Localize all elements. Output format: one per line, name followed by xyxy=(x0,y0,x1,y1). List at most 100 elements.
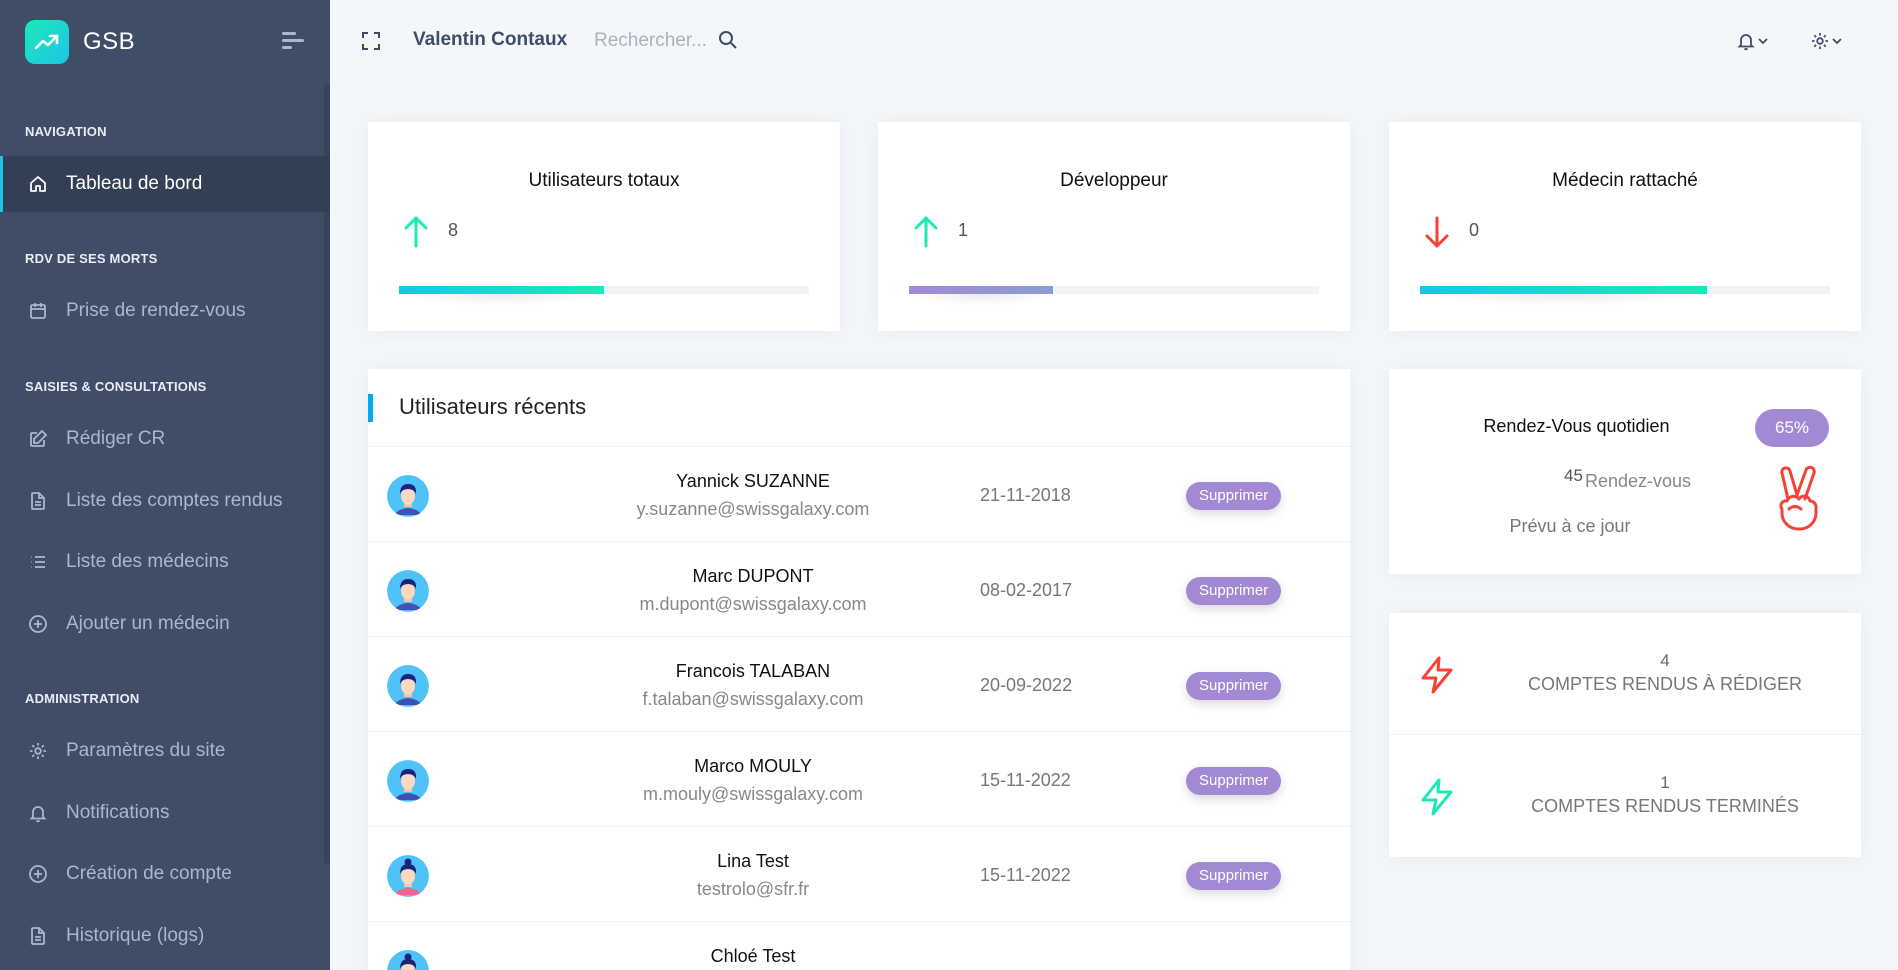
user-name[interactable]: Valentin Contaux xyxy=(413,29,567,51)
sidebar-item-liste-des-medecins[interactable]: Liste des médecins xyxy=(0,534,330,590)
user-row-date: 15-11-2022 xyxy=(980,770,1071,790)
stat-progress-fill xyxy=(1420,286,1707,306)
sidebar-item-label: Tableau de bord xyxy=(66,173,203,194)
user-row-email: m.dupont@swissgalaxy.com xyxy=(639,594,867,614)
sidebar-item-prise-de-rendez-vous[interactable]: Prise de rendez-vous xyxy=(0,283,330,339)
user-row-name: Chloé Test xyxy=(710,946,796,966)
comptes-rendus-label: COMPTES RENDUS À RÉDIGER xyxy=(1527,674,1803,694)
user-row-name: Yannick SUZANNE xyxy=(676,471,830,491)
user-row-email: f.talaban@swissgalaxy.com xyxy=(642,689,864,709)
sidebar-item-creation-de-compte[interactable]: Création de compte xyxy=(0,846,330,902)
comptes-rendus-block: 4 COMPTES RENDUS À RÉDIGER xyxy=(1389,613,1861,735)
table-row: Marc DUPONT m.dupont@swissgalaxy.com 08-… xyxy=(368,542,1350,637)
nav-caption: ADMINISTRATION xyxy=(25,691,140,706)
user-row-date: 08-02-2017 xyxy=(980,580,1073,600)
settings-dropdown[interactable] xyxy=(1810,29,1848,53)
plus-circle-icon xyxy=(28,864,48,884)
brand: GSB xyxy=(0,0,330,84)
rdv-unit: Rendez-vous xyxy=(1585,471,1692,491)
avatar xyxy=(387,475,429,517)
stat-card: Utilisateurs totaux 8 xyxy=(368,122,840,331)
sidebar-item-label: Prise de rendez-vous xyxy=(66,300,246,321)
sidebar-item-tableau-de-bord[interactable]: Tableau de bord xyxy=(0,156,330,212)
list-icon xyxy=(28,552,48,572)
sidebar-item-label: Liste des comptes rendus xyxy=(66,489,283,511)
stat-progress-bar xyxy=(909,286,1319,306)
trending-up-icon[interactable] xyxy=(25,20,69,64)
stat-card: Développeur 1 xyxy=(878,122,1350,331)
rdv-percent-badge: 65% xyxy=(1755,409,1829,447)
delete-user-button[interactable]: Supprimer xyxy=(1186,672,1282,700)
gear-icon xyxy=(1812,33,1828,49)
stat-value: 0 xyxy=(1469,220,1480,240)
stat-title: Développeur xyxy=(1060,170,1168,191)
stat-title: Utilisateurs totaux xyxy=(528,170,680,191)
sidebar-item-label: Historique (logs) xyxy=(66,924,205,946)
table-row: Yannick SUZANNE y.suzanne@swissgalaxy.co… xyxy=(368,447,1350,542)
plus-circle-icon xyxy=(28,614,48,634)
avatar xyxy=(387,950,429,970)
bell-icon xyxy=(1737,34,1755,51)
rdv-card: Rendez-Vous quotidien 65% 45 Rendez-vous… xyxy=(1389,369,1861,574)
arrow-up-icon xyxy=(912,214,940,250)
delete-user-button[interactable]: Supprimer xyxy=(1186,862,1282,890)
comptes-rendus-block: 1 COMPTES RENDUS TERMINÉS xyxy=(1389,735,1861,857)
recent-users-header: Utilisateurs récents xyxy=(368,369,1350,447)
edit-icon xyxy=(28,429,48,449)
stat-value: 8 xyxy=(448,220,459,240)
sidebar-item-label: Paramètres du site xyxy=(66,740,226,761)
stat-progress-bar xyxy=(399,286,809,306)
sidebar-item-parametres-du-site[interactable]: Paramètres du site xyxy=(0,723,330,779)
delete-user-button[interactable]: Supprimer xyxy=(1186,482,1282,510)
delete-user-button[interactable]: Supprimer xyxy=(1186,767,1282,795)
arrow-down-icon xyxy=(1423,214,1451,250)
user-row-name: Lina Test xyxy=(717,851,789,871)
stat-progress-fill xyxy=(909,286,1053,306)
user-row-date: 15-11-2022 xyxy=(980,865,1071,885)
comptes-rendus-card: 4 COMPTES RENDUS À RÉDIGER 1 COMPTES REN… xyxy=(1389,613,1861,857)
table-row: Francois TALABAN f.talaban@swissgalaxy.c… xyxy=(368,637,1350,732)
rdv-count: 45 xyxy=(1564,466,1583,485)
user-row-name: Francois TALABAN xyxy=(675,661,831,681)
menu-toggle-icon[interactable] xyxy=(282,32,304,50)
user-row-date: 20-09-2022 xyxy=(980,675,1073,695)
fullscreen-icon[interactable] xyxy=(362,32,380,50)
recent-users-title: Utilisateurs récents xyxy=(399,394,587,419)
calendar-icon xyxy=(28,301,48,321)
avatar xyxy=(387,760,429,802)
notifications-dropdown[interactable] xyxy=(1736,29,1774,53)
delete-user-button[interactable]: Supprimer xyxy=(1186,577,1282,605)
table-row: Marco MOULY m.mouly@swissgalaxy.com 15-1… xyxy=(368,732,1350,827)
top-header: Valentin Contaux Rechercher... xyxy=(330,0,1898,84)
sidebar-item-label: Rédiger CR xyxy=(66,428,166,449)
nav-caption: SAISIES & CONSULTATIONS xyxy=(25,379,207,394)
user-row-email: y.suzanne@swissgalaxy.com xyxy=(636,499,870,519)
avatar xyxy=(387,855,429,897)
file-icon xyxy=(28,491,48,511)
nav-caption: NAVIGATION xyxy=(25,124,107,139)
stat-value: 1 xyxy=(958,220,969,240)
search-icon[interactable] xyxy=(718,30,738,50)
rdv-subtitle: Prévu à ce jour xyxy=(1509,516,1631,536)
comptes-rendus-label: COMPTES RENDUS TERMINÉS xyxy=(1531,796,1799,816)
comptes-rendus-count: 4 xyxy=(1660,651,1670,670)
stat-progress-fill xyxy=(399,286,604,306)
sidebar-item-notifications[interactable]: Notifications xyxy=(0,785,330,841)
sidebar-item-ajouter-un-medecin[interactable]: Ajouter un médecin xyxy=(0,596,330,652)
arrow-up-icon xyxy=(402,214,430,250)
recent-users-list: Yannick SUZANNE y.suzanne@swissgalaxy.co… xyxy=(368,447,1350,970)
sidebar: GSB NAVIGATION Tableau de bord RDV DE SES … xyxy=(0,0,330,970)
sidebar-item-label: Liste des médecins xyxy=(66,551,229,572)
brand-name: GSB xyxy=(83,28,136,55)
sidebar-item-liste-des-comptes-rendus[interactable]: Liste des comptes rendus xyxy=(0,473,330,529)
sidebar-item-rediger-cr[interactable]: Rédiger CR xyxy=(0,411,330,467)
avatar xyxy=(387,665,429,707)
user-row-name: Marco MOULY xyxy=(694,756,812,776)
zap-icon xyxy=(1419,778,1455,816)
zap-icon xyxy=(1419,656,1455,694)
sidebar-item-historique-logs[interactable]: Historique (logs) xyxy=(0,908,330,964)
chevron-down-icon xyxy=(1832,38,1842,45)
user-row-date: 21-11-2018 xyxy=(980,485,1071,505)
search-input[interactable]: Rechercher... xyxy=(594,30,707,52)
chevron-down-icon xyxy=(1758,38,1768,45)
